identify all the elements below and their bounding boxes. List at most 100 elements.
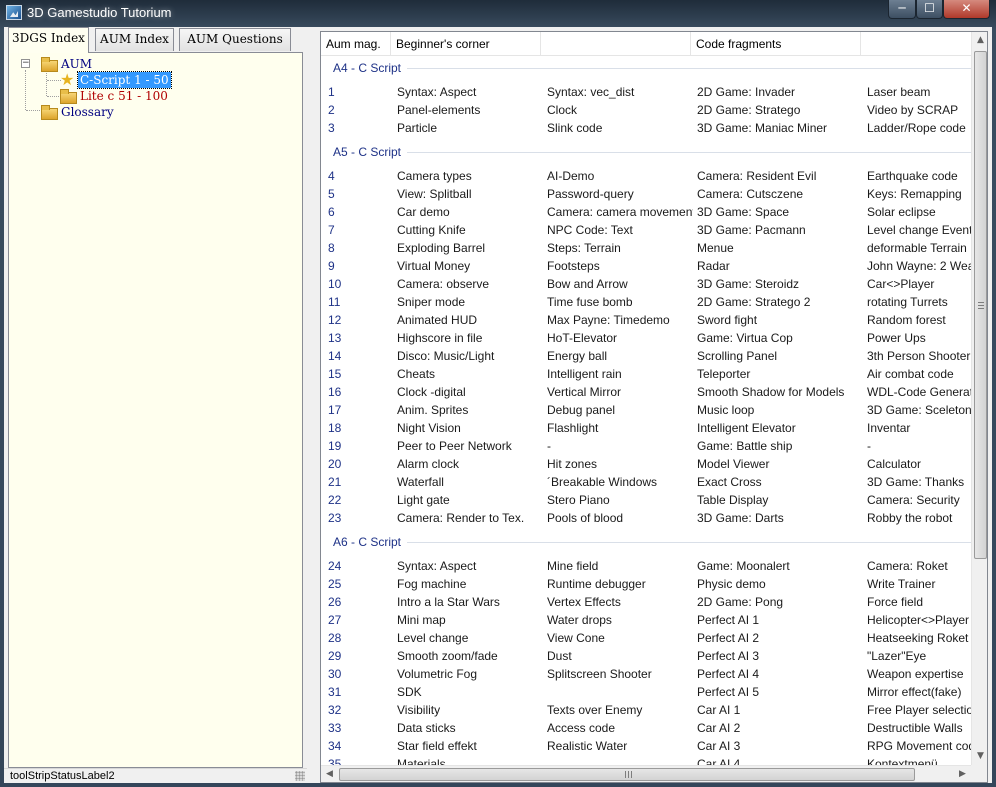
list-item[interactable]: 10 Camera: observe Bow and Arrow 3D Game: S… <box>321 275 971 293</box>
topic-cell: 2D Game: Invader <box>697 85 796 99</box>
issue-number: 18 <box>328 421 342 435</box>
list-item[interactable]: 6 Car demo Camera: camera movement 3D Game:… <box>321 203 971 221</box>
list-item[interactable]: 29 Smooth zoom/fade Dust Perfect AI 3 "Lazer… <box>321 647 971 665</box>
scroll-right-arrow[interactable]: ▶ <box>954 766 971 782</box>
tree-line <box>47 96 61 97</box>
list-item[interactable]: 2 Panel-elements Clock 2D Game: Stratego Vid… <box>321 101 971 119</box>
tree-label: Lite c 51 - 100 <box>80 89 168 103</box>
list-item[interactable]: 11 Sniper mode Time fuse bomb 2D Game: Stra… <box>321 293 971 311</box>
list-item[interactable]: 26 Intro a la Star Wars Vertex Effects 2D G… <box>321 593 971 611</box>
topic-cell: 3D Game: Sceletons I <box>867 403 971 417</box>
list-item[interactable]: 20 Alarm clock Hit zones Model Viewer Calcul… <box>321 455 971 473</box>
title-bar[interactable]: 3D Gamestudio Tutorium ─ ☐ ✕ <box>0 0 996 27</box>
list-item[interactable]: 1 Syntax: Aspect Syntax: vec_dist 2D Game: … <box>321 83 971 101</box>
list-item[interactable]: 3 Particle Slink code 3D Game: Maniac Miner… <box>321 119 971 137</box>
topic-cell: Car<>Player <box>867 277 935 291</box>
group-label: A5 - C Script <box>333 145 402 159</box>
issue-number: 11 <box>328 295 341 309</box>
scrollbar-corner <box>971 765 987 782</box>
scroll-left-arrow[interactable]: ◀ <box>321 766 338 782</box>
list-item[interactable]: 27 Mini map Water drops Perfect AI 1 Helicop… <box>321 611 971 629</box>
list-item[interactable]: 24 Syntax: Aspect Mine field Game: Moonaler… <box>321 557 971 575</box>
client-area: 3DGS Index AUM Index AUM Questions − AUM… <box>4 27 992 783</box>
vertical-scrollbar[interactable]: ▲ ▼ <box>971 32 987 765</box>
index-tree[interactable]: − AUM ★ C-Script 1 - 50 Lite c 51 - 100 … <box>8 52 303 768</box>
list-item[interactable]: 28 Level change View Cone Perfect AI 2 Heats… <box>321 629 971 647</box>
list-item[interactable]: 30 Volumetric Fog Splitscreen Shooter Perfe… <box>321 665 971 683</box>
column-header-code-fragments[interactable]: Code fragments <box>691 32 861 56</box>
topic-cell: Camera: Security <box>867 493 960 507</box>
close-button[interactable]: ✕ <box>943 0 990 19</box>
issue-number: 32 <box>328 703 342 717</box>
list-item[interactable]: 25 Fog machine Runtime debugger Physic demo… <box>321 575 971 593</box>
topic-cell: Car AI 3 <box>697 739 741 753</box>
list-item[interactable]: 14 Disco: Music/Light Energy ball Scrolling… <box>321 347 971 365</box>
maximize-button[interactable]: ☐ <box>916 0 943 19</box>
list-item[interactable]: 17 Anim. Sprites Debug panel Music loop 3D G… <box>321 401 971 419</box>
vertical-scroll-thumb[interactable] <box>974 51 987 559</box>
resize-grip[interactable] <box>295 771 305 781</box>
list-item[interactable]: 7 Cutting Knife NPC Code: Text 3D Game: Pac… <box>321 221 971 239</box>
topic-cell: Syntax: Aspect <box>397 85 477 99</box>
list-item[interactable]: 33 Data sticks Access code Car AI 2 Destruct… <box>321 719 971 737</box>
list-item[interactable]: 21 Waterfall ´Breakable Windows Exact Cross… <box>321 473 971 491</box>
scroll-up-arrow[interactable]: ▲ <box>972 32 987 49</box>
topic-cell: Calculator <box>867 457 922 471</box>
list-item[interactable]: 16 Clock -digital Vertical Mirror Smooth Sh… <box>321 383 971 401</box>
scroll-down-arrow[interactable]: ▼ <box>972 748 987 765</box>
topic-cell: Animated HUD <box>397 313 478 327</box>
list-item[interactable]: 34 Star field effekt Realistic Water Car AI… <box>321 737 971 755</box>
status-strip: toolStripStatusLabel2 <box>4 768 307 783</box>
issue-number: 1 <box>328 85 335 99</box>
minimize-button[interactable]: ─ <box>888 0 916 19</box>
list-item[interactable]: 13 Highscore in file HoT-Elevator Game: Vir… <box>321 329 971 347</box>
list-item[interactable]: 5 View: Splitball Password-query Camera: Cu… <box>321 185 971 203</box>
app-icon <box>6 5 22 20</box>
list-item[interactable]: 23 Camera: Render to Tex. Pools of blood 3D… <box>321 509 971 527</box>
list-item[interactable]: 32 Visibility Texts over Enemy Car AI 1 Free… <box>321 701 971 719</box>
topic-cell: Earthquake code <box>867 169 958 183</box>
topic-cell: Camera: observe <box>397 277 490 291</box>
list-item[interactable]: 19 Peer to Peer Network - Game: Battle ship… <box>321 437 971 455</box>
column-header-beginners-corner[interactable]: Beginner's corner <box>391 32 541 56</box>
topic-cell: 3D Game: Pacmann <box>697 223 806 237</box>
tab-aum-questions[interactable]: AUM Questions <box>179 28 291 51</box>
column-header-code-fragments-2[interactable] <box>861 32 971 56</box>
topic-cell: Camera: Render to Tex. <box>397 511 525 525</box>
group-divider <box>407 542 971 543</box>
issue-number: 28 <box>328 631 342 645</box>
tab-3dgs-index[interactable]: 3DGS Index <box>8 27 89 53</box>
topic-cell: Alarm clock <box>397 457 460 471</box>
list-item[interactable]: 8 Exploding Barrel Steps: Terrain Menue defo… <box>321 239 971 257</box>
list-item[interactable]: 22 Light gate Stero Piano Table Display Came… <box>321 491 971 509</box>
topic-cell: Model Viewer <box>697 457 770 471</box>
horizontal-scrollbar[interactable]: ◀ ▶ <box>321 765 971 782</box>
topic-cell: - <box>547 439 551 453</box>
topic-cell: Steps: Terrain <box>547 241 621 255</box>
topic-cell: Mini map <box>397 613 446 627</box>
topic-cell: Pools of blood <box>547 511 624 525</box>
tree-line <box>46 70 47 96</box>
topic-cell: 3D Game: Steroidz <box>697 277 800 291</box>
collapse-toggle[interactable]: − <box>21 59 30 68</box>
topic-cell: 2D Game: Stratego <box>697 103 801 117</box>
list-item[interactable]: 9 Virtual Money Footsteps Radar John Wayne: … <box>321 257 971 275</box>
topic-cell: Waterfall <box>397 475 444 489</box>
topic-cell: Disco: Music/Light <box>397 349 495 363</box>
topic-cell: Scrolling Panel <box>697 349 778 363</box>
tab-aum-index[interactable]: AUM Index <box>95 28 174 51</box>
list-item[interactable]: 12 Animated HUD Max Payne: Timedemo Sword f… <box>321 311 971 329</box>
list-item[interactable]: 15 Cheats Intelligent rain Teleporter Air co… <box>321 365 971 383</box>
topic-cell: deformable Terrain <box>867 241 967 255</box>
topic-cell: Solar eclipse <box>867 205 936 219</box>
tutorial-list[interactable]: Aum mag. Beginner's corner Code fragment… <box>320 31 988 783</box>
list-item[interactable]: 18 Night Vision Flashlight Intelligent Elev… <box>321 419 971 437</box>
horizontal-scroll-thumb[interactable] <box>339 768 915 781</box>
group-header: A4 - C Script <box>321 59 971 77</box>
column-header-aum-mag[interactable]: Aum mag. <box>321 32 391 56</box>
list-item[interactable]: 4 Camera types AI-Demo Camera: Resident Evi… <box>321 167 971 185</box>
list-item[interactable]: 31 SDK Perfect AI 5 Mirror effect(fake) <box>321 683 971 701</box>
grip-icon <box>978 302 984 310</box>
column-header-beginners-corner-2[interactable] <box>541 32 691 56</box>
topic-cell: Radar <box>697 259 730 273</box>
